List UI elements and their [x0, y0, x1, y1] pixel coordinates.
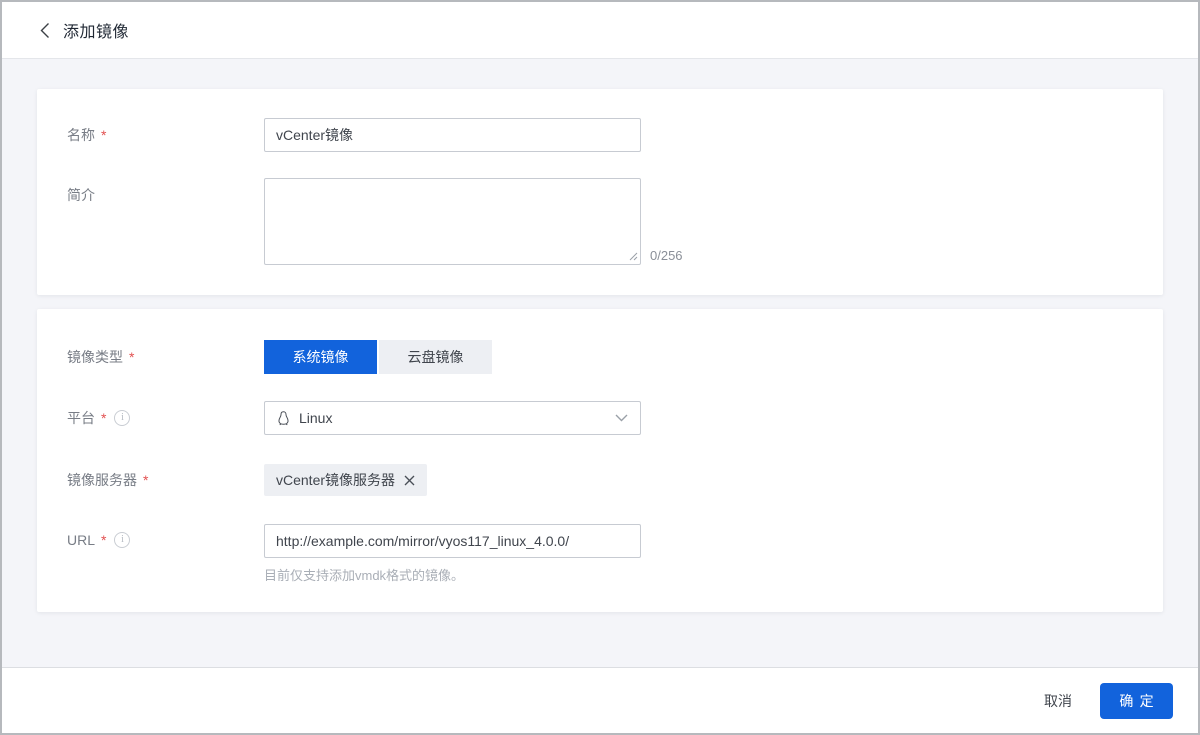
info-icon[interactable]: i	[114, 410, 130, 426]
url-input[interactable]	[264, 524, 641, 558]
url-field-wrap: 目前仅支持添加vmdk格式的镜像。	[264, 524, 641, 584]
description-row: 简介 0/256	[67, 178, 1133, 265]
toggle-option-system-image[interactable]: 系统镜像	[264, 340, 377, 374]
description-textarea[interactable]	[264, 178, 641, 265]
platform-select[interactable]: Linux	[264, 401, 641, 435]
close-icon	[404, 475, 415, 486]
image-type-row: 镜像类型* 系统镜像 云盘镜像	[67, 340, 1133, 374]
name-input[interactable]	[264, 118, 641, 152]
char-counter: 0/256	[650, 248, 683, 263]
platform-selected-value: Linux	[299, 410, 332, 426]
image-type-label: 镜像类型*	[67, 347, 264, 367]
linux-penguin-icon	[277, 410, 290, 426]
basic-info-card: 名称* 简介 0/256	[37, 89, 1163, 295]
platform-label: 平台* i	[67, 408, 264, 428]
back-button[interactable]	[40, 22, 50, 39]
image-detail-card: 镜像类型* 系统镜像 云盘镜像 平台* i	[37, 309, 1163, 612]
name-row: 名称*	[67, 118, 1133, 152]
description-label: 简介	[67, 178, 264, 205]
image-server-tag: vCenter镜像服务器	[264, 464, 427, 496]
image-server-label: 镜像服务器*	[67, 470, 264, 490]
required-asterisk: *	[101, 410, 106, 426]
footer-action-bar: 取消 确定	[2, 667, 1198, 733]
image-server-tag-text: vCenter镜像服务器	[276, 470, 395, 490]
info-icon[interactable]: i	[114, 532, 130, 548]
chevron-left-icon	[40, 22, 50, 39]
add-image-window: 添加镜像 名称* 简介 0/2	[0, 0, 1200, 735]
chevron-down-icon	[615, 414, 628, 422]
page-header: 添加镜像	[2, 2, 1198, 59]
url-label: URL* i	[67, 524, 264, 548]
form-content: 名称* 简介 0/256	[2, 59, 1198, 667]
image-server-row: 镜像服务器* vCenter镜像服务器	[67, 464, 1133, 496]
required-asterisk: *	[101, 532, 106, 548]
cancel-button[interactable]: 取消	[1030, 683, 1086, 719]
url-hint: 目前仅支持添加vmdk格式的镜像。	[264, 565, 641, 584]
platform-row: 平台* i Linux	[67, 401, 1133, 435]
remove-tag-button[interactable]	[404, 475, 415, 486]
confirm-button[interactable]: 确定	[1100, 683, 1173, 719]
url-row: URL* i 目前仅支持添加vmdk格式的镜像。	[67, 524, 1133, 584]
page-title: 添加镜像	[63, 18, 129, 42]
toggle-option-volume-image[interactable]: 云盘镜像	[379, 340, 492, 374]
name-label: 名称*	[67, 125, 264, 145]
required-asterisk: *	[129, 349, 134, 365]
required-asterisk: *	[143, 472, 148, 488]
required-asterisk: *	[101, 127, 106, 143]
description-field-wrap: 0/256	[264, 178, 641, 265]
image-type-toggle: 系统镜像 云盘镜像	[264, 340, 492, 374]
